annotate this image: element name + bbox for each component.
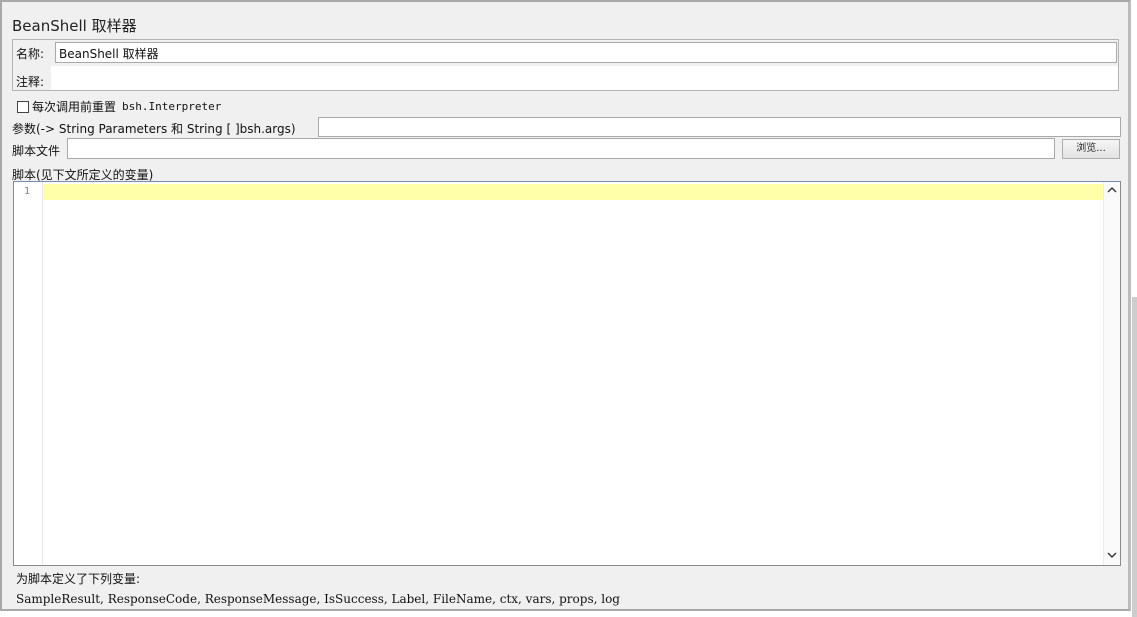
script-file-label: 脚本文件 xyxy=(12,144,61,158)
parameters-label: 参数(-> String Parameters 和 String [ ]bsh.… xyxy=(12,122,296,136)
name-comment-group: 名称: BeanShell 取样器 注释: xyxy=(12,39,1119,91)
line-number-gutter: 1 xyxy=(14,182,43,565)
script-editor[interactable]: 1 xyxy=(13,181,1121,566)
script-file-input[interactable] xyxy=(67,138,1055,159)
comment-input[interactable] xyxy=(51,66,1118,90)
browse-button[interactable]: 浏览... xyxy=(1062,139,1120,159)
page-title: BeanShell 取样器 xyxy=(12,17,137,35)
reset-interpreter-option[interactable]: 每次调用前重置 bsh.Interpreter xyxy=(17,98,221,115)
line-number: 1 xyxy=(23,186,30,197)
name-input[interactable]: BeanShell 取样器 xyxy=(55,42,1117,63)
name-label: 名称: xyxy=(16,47,45,61)
beanshell-sampler-panel: BeanShell 取样器 名称: BeanShell 取样器 注释: 每次调用… xyxy=(0,0,1131,611)
reset-interpreter-code: bsh.Interpreter xyxy=(122,100,222,113)
comment-label: 注释: xyxy=(16,75,45,89)
parameters-input[interactable] xyxy=(318,117,1121,137)
chevron-up-icon[interactable] xyxy=(1104,183,1120,199)
current-line-highlight[interactable] xyxy=(43,184,1104,200)
reset-interpreter-label: 每次调用前重置 xyxy=(32,100,117,114)
variables-list: SampleResult, ResponseCode, ResponseMess… xyxy=(16,592,620,606)
variables-title: 为脚本定义了下列变量: xyxy=(16,572,141,586)
chevron-down-icon[interactable] xyxy=(1104,548,1120,564)
reset-interpreter-checkbox[interactable] xyxy=(17,100,29,113)
editor-scrollbar[interactable] xyxy=(1103,182,1120,565)
outer-scrollbar-thumb[interactable] xyxy=(1132,297,1137,617)
